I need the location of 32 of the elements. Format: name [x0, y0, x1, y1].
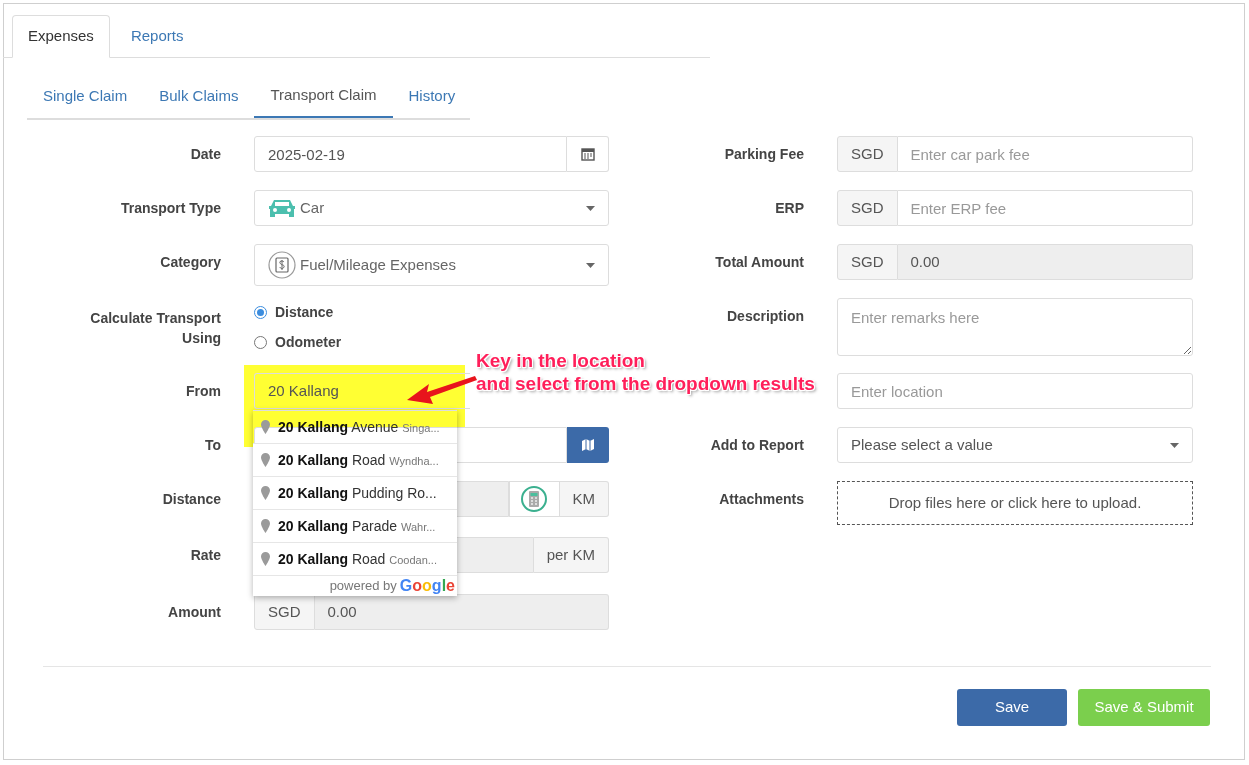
field-label: Total Amount — [715, 253, 804, 272]
field-label: Description — [727, 307, 804, 326]
currency-addon: SGD — [254, 594, 315, 630]
input-field: 0.00 — [897, 244, 1193, 280]
suggestion-text: 20 Kallang Road Coodan... — [278, 549, 437, 569]
field-label: To — [204, 436, 221, 455]
field-label: Add to Report — [710, 436, 804, 455]
input-field: 0.00 — [314, 594, 609, 630]
field-label: ERP — [775, 199, 804, 218]
field-label: Amount — [168, 603, 221, 622]
annotation-text: Key in the location and select from the dropdown results — [476, 349, 815, 395]
suggestion-text: 20 Kallang Parade Wahr... — [278, 516, 436, 536]
field-label: Distance — [162, 490, 221, 509]
field-label: From — [186, 382, 221, 401]
field-label: Attachments — [719, 490, 804, 509]
field-label: Rate — [190, 546, 221, 565]
attribution-text: powered by — [329, 577, 397, 596]
brand-logo: Google — [399, 576, 455, 596]
suggestion-text: 20 Kallang Pudding Ro... — [278, 483, 437, 503]
currency-addon: SGD — [837, 190, 898, 226]
field-label: Calculate Transport Using — [89, 309, 221, 348]
unit-addon: per KM — [533, 537, 609, 573]
field-label: Transport Type — [120, 199, 221, 218]
field-label: Date — [190, 145, 221, 164]
field-label: Category — [160, 253, 221, 272]
radio-label: Odometer — [275, 333, 342, 352]
unit-addon: KM — [559, 481, 609, 517]
currency-addon: SGD — [837, 244, 898, 280]
suggestion-text: 20 Kallang Road Wyndha... — [278, 450, 439, 470]
radio-label: Distance — [275, 303, 334, 322]
field-label: Parking Fee — [724, 145, 804, 164]
currency-addon: SGD — [837, 136, 898, 172]
